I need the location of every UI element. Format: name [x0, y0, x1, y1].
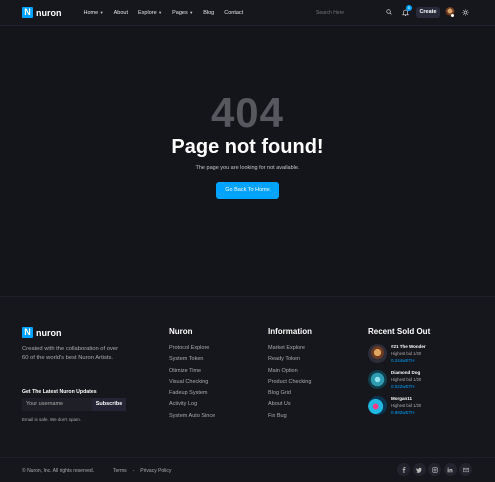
footer-link[interactable]: System Auto Since — [169, 413, 215, 424]
notification-badge: 6 — [406, 5, 412, 11]
logo-mark: N — [22, 327, 33, 338]
facebook-icon[interactable] — [397, 463, 410, 476]
instagram-icon[interactable] — [428, 463, 441, 476]
logo-text: nuron — [36, 327, 62, 338]
subscribe-form: Your username Subscribe — [22, 398, 126, 411]
terms-link[interactable]: Terms — [113, 468, 127, 474]
footer-link[interactable]: Ready Token — [268, 356, 312, 367]
search-icon[interactable] — [386, 9, 392, 15]
linkedin-icon[interactable] — [443, 463, 457, 476]
item-name: Diamond Dog — [391, 370, 421, 375]
subscribe-title: Get The Latest Nuron Updates — [22, 389, 97, 395]
error-title: Page not found! — [171, 136, 324, 158]
recent-sold-out: Recent Sold Out #21 The Wonder Highest b… — [368, 327, 478, 415]
error-description: The page you are looking for not availab… — [195, 165, 300, 171]
footer-link[interactable]: Product Checking — [268, 379, 312, 390]
error-code: 404 — [210, 89, 285, 136]
nav-home[interactable]: Home ▼ — [84, 10, 104, 16]
copyright: © Nuron, Inc. All rights reserved. — [22, 468, 95, 474]
column-title: Nuron — [169, 327, 193, 336]
sun-icon[interactable] — [462, 9, 469, 16]
item-bid: Highest bid 1/20 — [391, 403, 422, 408]
search-placeholder: Search Here — [316, 9, 345, 16]
nav-about-label: About — [113, 9, 129, 16]
list-item[interactable]: Morgan11 Highest bid 1/20 0.892wETH — [368, 396, 478, 418]
nav-blog[interactable]: Blog — [203, 10, 214, 16]
list-item[interactable]: #21 The Wonder Highest bid 1/20 0.244wET… — [368, 344, 478, 366]
footer-link[interactable]: Protocol Explore — [169, 345, 215, 356]
error-section — [0, 26, 495, 296]
main-nav: Home ▼ About Explore ▼ Pages ▼ Blog Contact — [84, 10, 254, 16]
go-back-home-button[interactable]: Go Back To Home — [216, 182, 279, 199]
social-links — [397, 463, 475, 476]
nav-pages-label: Pages — [172, 9, 188, 16]
nav-contact-label: Contact — [224, 9, 244, 16]
diamond-dog-nft-thumbnail — [368, 370, 387, 389]
nav-contact[interactable]: Contact — [224, 10, 243, 16]
footer-link[interactable]: Visual Checking — [169, 379, 215, 390]
site-logo[interactable]: N nuron — [22, 7, 62, 18]
item-name: Morgan11 — [391, 396, 413, 401]
site-footer: N nuron Created with the collaboration o… — [0, 296, 495, 482]
item-bid: Highest bid 1/20 — [391, 377, 422, 382]
item-price: 0.022wETH — [391, 384, 415, 389]
search-input[interactable]: Search Here — [312, 7, 396, 18]
nav-about[interactable]: About — [114, 10, 128, 16]
chevron-down-icon: ▼ — [189, 10, 194, 15]
chevron-down-icon: ▼ — [158, 10, 163, 15]
create-button[interactable]: Create — [416, 7, 440, 18]
item-name: #21 The Wonder — [391, 344, 426, 349]
footer-logo[interactable]: N nuron — [22, 327, 62, 338]
list-item[interactable]: Diamond Dog Highest bid 1/20 0.022wETH — [368, 370, 478, 392]
morgan-nft-thumbnail — [368, 396, 387, 415]
nav-explore[interactable]: Explore ▼ — [138, 10, 162, 16]
column-title: Recent Sold Out — [368, 327, 431, 336]
wonder-nft-thumbnail — [368, 344, 387, 363]
nav-explore-label: Explore — [138, 9, 157, 16]
logo-mark: N — [22, 7, 33, 18]
item-bid: Highest bid 1/20 — [391, 351, 422, 356]
footer-about: Created with the collaboration of over 6… — [22, 346, 119, 361]
footer-bottom-bar: © Nuron, Inc. All rights reserved. Terms… — [0, 457, 495, 482]
nav-pages[interactable]: Pages ▼ — [172, 10, 193, 16]
footer-column-information: Information Market Explore Ready Token M… — [268, 327, 312, 424]
legal-links: Terms - Privacy Policy — [113, 468, 177, 474]
footer-link[interactable]: Market Explore — [268, 345, 312, 356]
nav-blog-label: Blog — [203, 9, 215, 16]
email-icon[interactable] — [459, 463, 472, 476]
footer-link[interactable]: Main Option — [268, 368, 312, 379]
footer-link[interactable]: Fix Bug — [268, 413, 312, 424]
footer-link[interactable]: Activity Log — [169, 401, 215, 412]
footer-link[interactable]: Fadeup System — [169, 390, 215, 401]
subscribe-input[interactable]: Your username — [22, 398, 92, 411]
footer-link[interactable]: Blog Grid — [268, 390, 312, 401]
online-status-dot — [451, 14, 454, 17]
footer-column-nuron: Nuron Protocol Explore System Token Otim… — [169, 327, 215, 424]
column-title: Information — [268, 327, 312, 336]
legal-separator: - — [132, 468, 135, 474]
subscribe-button[interactable]: Subscribe — [92, 398, 126, 411]
nav-home-label: Home — [83, 9, 99, 16]
item-price: 0.892wETH — [391, 410, 415, 415]
privacy-policy-link[interactable]: Privacy Policy — [140, 468, 171, 474]
footer-link[interactable]: Otimize Time — [169, 368, 215, 379]
footer-link[interactable]: System Token — [169, 356, 215, 367]
item-price: 0.244wETH — [391, 358, 415, 363]
logo-text: nuron — [36, 7, 62, 18]
subscribe-note: Email is safe. We don't spam. — [22, 417, 82, 422]
chevron-down-icon: ▼ — [99, 10, 104, 15]
footer-link[interactable]: About Us — [268, 401, 312, 412]
twitter-icon[interactable] — [412, 463, 426, 476]
